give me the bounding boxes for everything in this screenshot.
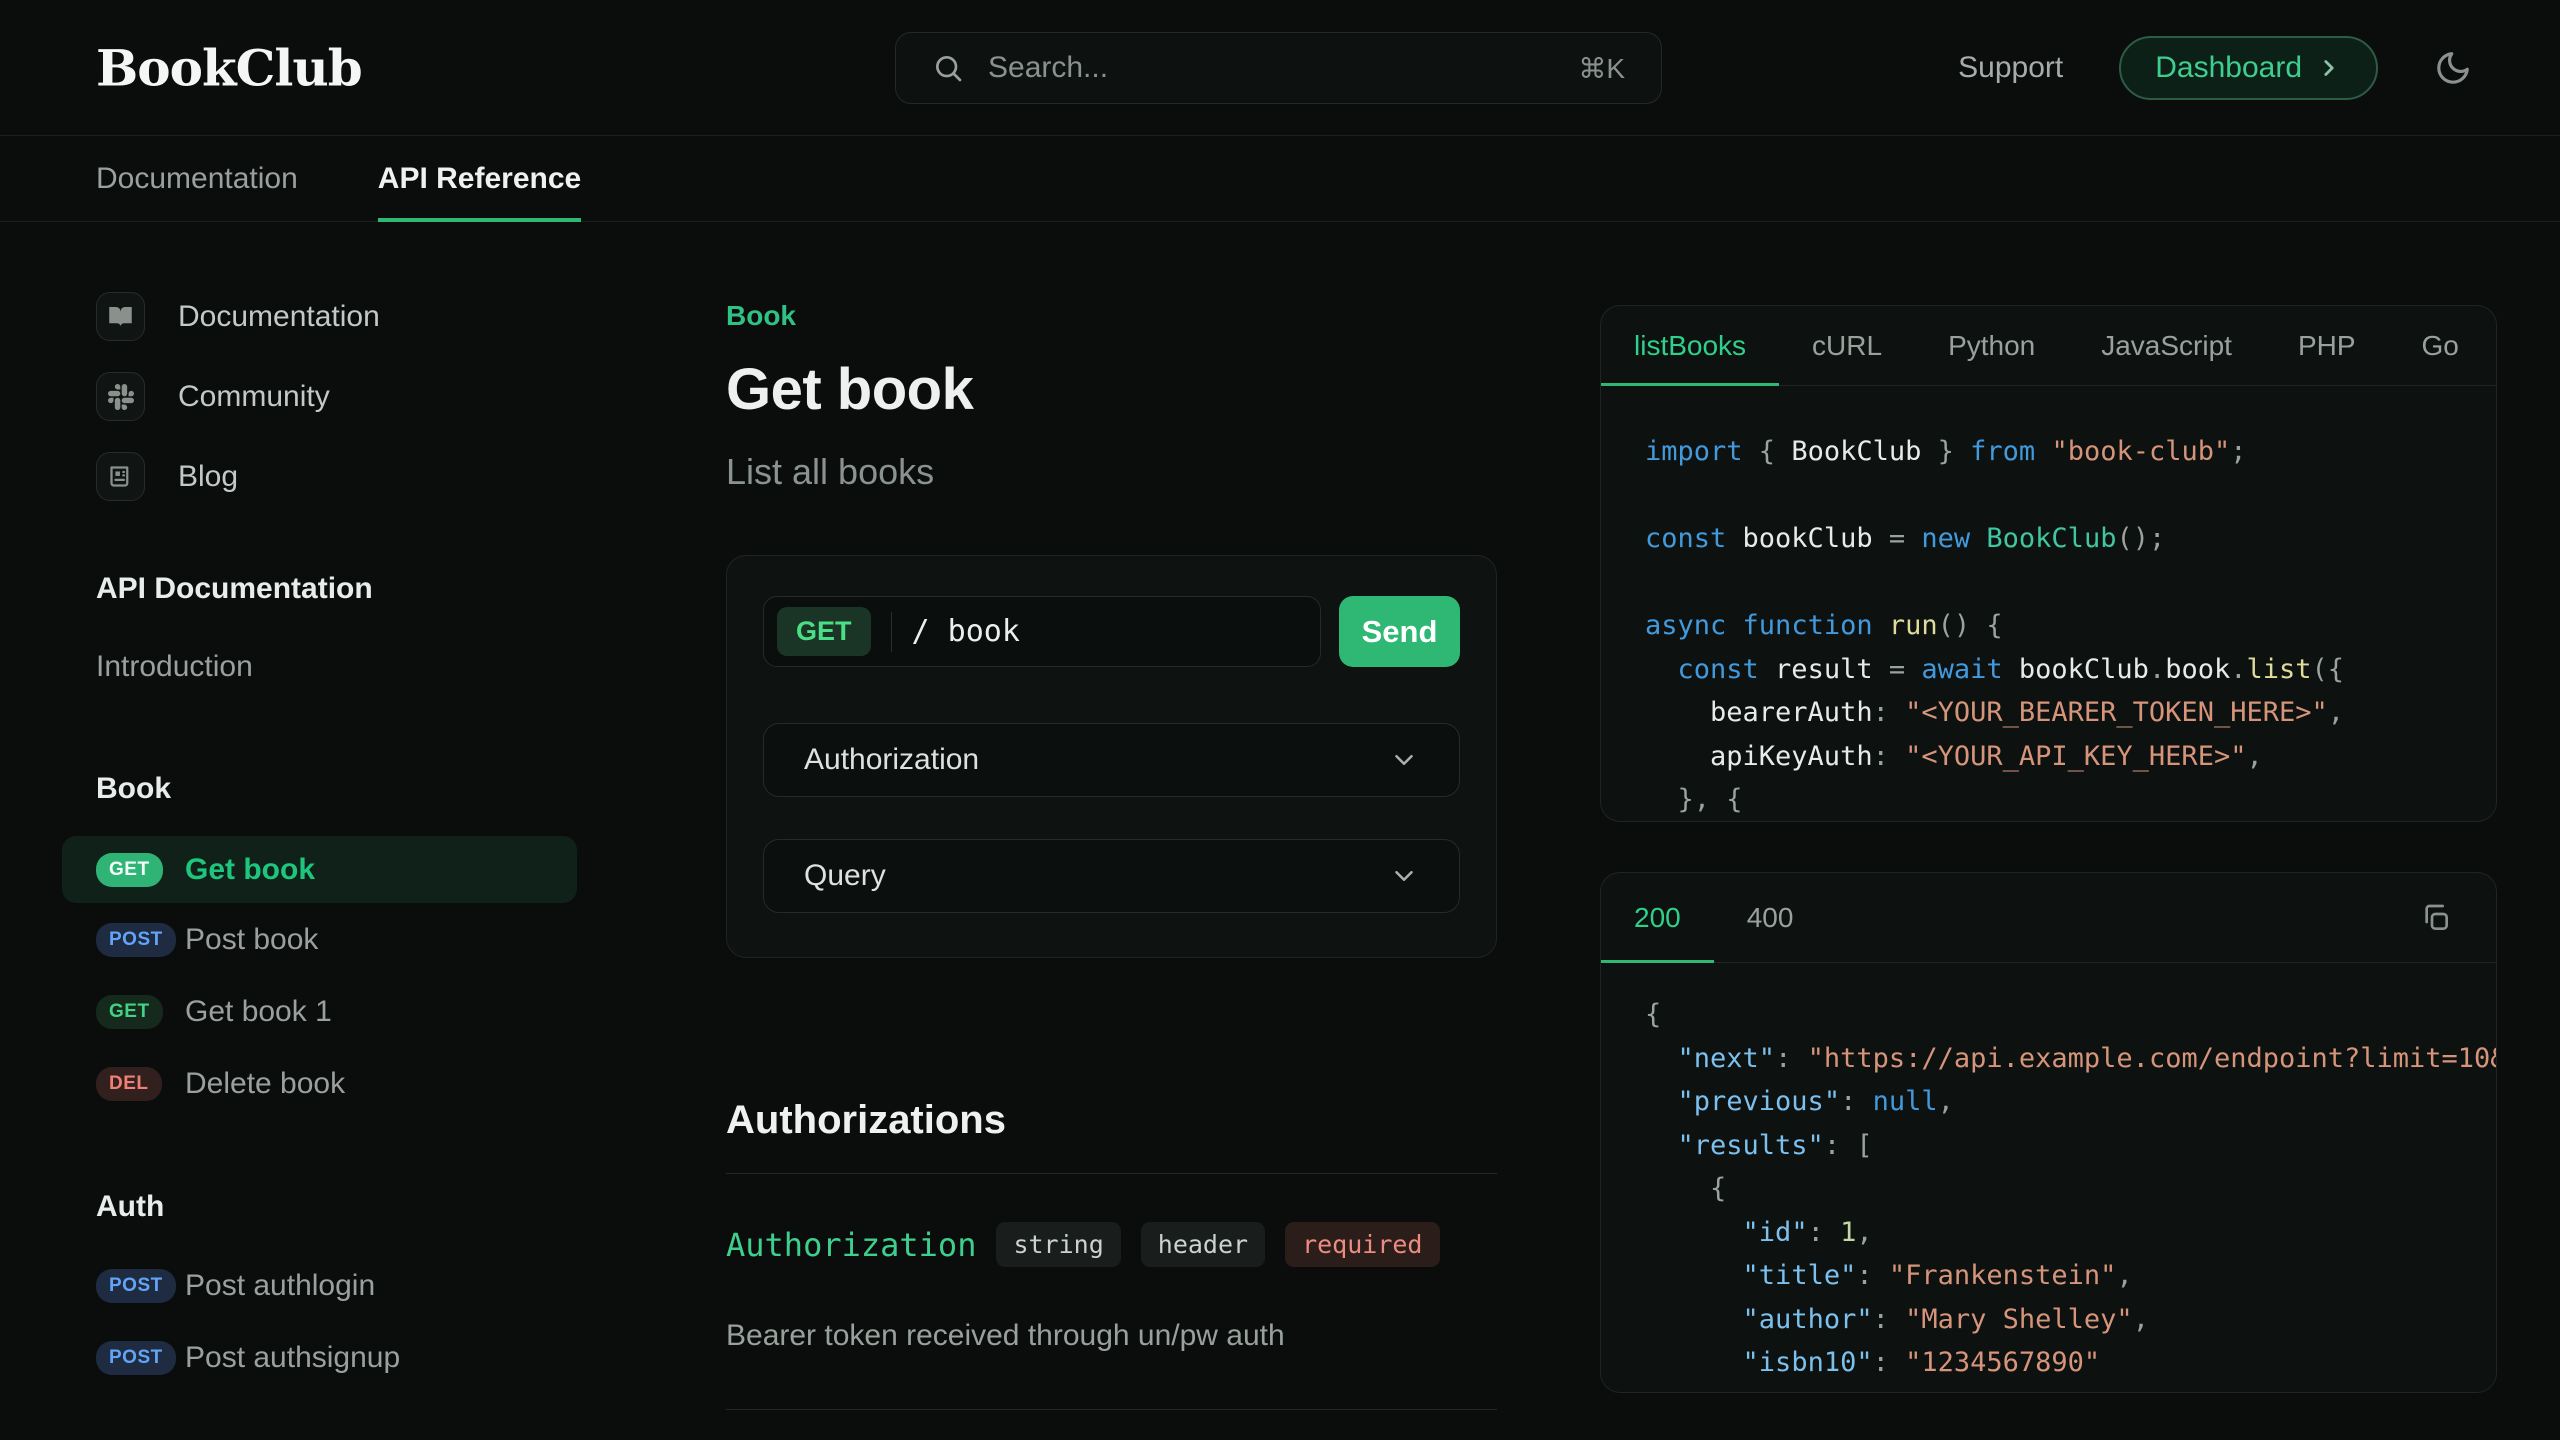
sidebar-item-label: Get book: [185, 853, 315, 887]
slack-icon: [96, 372, 145, 421]
copy-icon: [2420, 902, 2452, 934]
divider: [726, 1409, 1497, 1410]
chevron-down-icon: [1389, 745, 1419, 775]
page-subtitle: List all books: [726, 451, 1497, 493]
search-icon: [932, 52, 964, 84]
endpoint-path: / book: [912, 614, 1020, 649]
chevron-right-icon: [2316, 55, 2342, 81]
search-shortcut: ⌘K: [1578, 52, 1625, 85]
sidebar-item-introduction[interactable]: Introduction: [96, 650, 577, 684]
sidebar-item-get-book[interactable]: GET Get book: [62, 836, 577, 903]
copy-response-button[interactable]: [2420, 873, 2496, 962]
send-button[interactable]: Send: [1339, 596, 1460, 667]
authorization-dropdown[interactable]: Authorization: [763, 723, 1460, 797]
endpoint-input[interactable]: GET / book: [763, 596, 1321, 667]
sidebar: Documentation Community Blog API Documen…: [96, 292, 577, 1391]
method-badge-get: GET: [96, 995, 163, 1029]
book-icon: [96, 292, 145, 341]
support-link[interactable]: Support: [1958, 51, 2063, 85]
sidebar-link-label: Blog: [178, 460, 238, 494]
divider: [726, 1173, 1497, 1174]
right-panel: listBooks cURL Python JavaScript PHP Go …: [1600, 305, 2497, 1393]
sidebar-item-get-book-1[interactable]: GET Get book 1: [96, 979, 577, 1045]
location-badge: header: [1141, 1222, 1265, 1267]
code-tabs: listBooks cURL Python JavaScript PHP Go: [1601, 306, 2496, 386]
dropdown-label: Query: [804, 859, 886, 893]
sidebar-item-label: Get book 1: [185, 995, 332, 1029]
sidebar-item-post-authlogin[interactable]: POST Post authlogin: [96, 1253, 577, 1319]
code-example-card: listBooks cURL Python JavaScript PHP Go …: [1600, 305, 2497, 822]
dark-mode-toggle[interactable]: [2434, 49, 2472, 87]
moon-icon: [2434, 49, 2472, 87]
code-tab-python[interactable]: Python: [1915, 306, 2068, 385]
sidebar-item-label: Post authlogin: [185, 1269, 375, 1303]
section-heading-auth: Auth: [96, 1190, 577, 1224]
page-title: Get book: [726, 356, 1497, 423]
newspaper-icon: [96, 452, 145, 501]
sidebar-item-delete-book[interactable]: DEL Delete book: [96, 1051, 577, 1117]
search-input[interactable]: [988, 51, 1554, 85]
copy-icon: [2492, 330, 2497, 362]
response-tabs: 200 400: [1601, 873, 2496, 963]
sidebar-item-label: Post book: [185, 923, 318, 957]
tab-api-reference[interactable]: API Reference: [378, 136, 581, 221]
sidebar-item-label: Post authsignup: [185, 1341, 400, 1375]
dropdown-label: Authorization: [804, 743, 979, 777]
code-block[interactable]: import { BookClub } from "book-club"; co…: [1601, 386, 2496, 822]
code-tab-php[interactable]: PHP: [2265, 306, 2389, 385]
method-badge-get: GET: [96, 853, 163, 887]
sidebar-link-blog[interactable]: Blog: [96, 452, 577, 501]
dashboard-button[interactable]: Dashboard: [2119, 36, 2378, 100]
nav-tab-bar: Documentation API Reference: [0, 136, 2560, 222]
sidebar-link-documentation[interactable]: Documentation: [96, 292, 577, 341]
code-tab-go[interactable]: Go: [2389, 306, 2492, 385]
response-card: 200 400 { "next": "https://api.example.c…: [1600, 872, 2497, 1393]
top-header: BookClub ⌘K Support Dashboard: [0, 0, 2560, 136]
endpoint-row: GET / book Send: [763, 596, 1460, 667]
auth-description: Bearer token received through un/pw auth: [726, 1319, 1497, 1353]
tab-documentation[interactable]: Documentation: [96, 136, 298, 221]
authorizations-heading: Authorizations: [726, 1098, 1497, 1143]
code-tab-curl[interactable]: cURL: [1779, 306, 1915, 385]
divider: [891, 612, 892, 652]
dashboard-label: Dashboard: [2155, 51, 2302, 85]
sidebar-link-community[interactable]: Community: [96, 372, 577, 421]
method-badge-post: POST: [96, 1341, 176, 1375]
method-badge-del: DEL: [96, 1067, 162, 1101]
required-badge: required: [1285, 1222, 1439, 1267]
copy-code-button[interactable]: [2492, 306, 2497, 385]
query-dropdown[interactable]: Query: [763, 839, 1460, 913]
main-content: Book Get book List all books GET / book …: [726, 300, 1497, 1410]
code-tab-listbooks[interactable]: listBooks: [1601, 306, 1779, 385]
code-tab-javascript[interactable]: JavaScript: [2068, 306, 2265, 385]
type-badge: string: [996, 1222, 1120, 1267]
response-tab-200[interactable]: 200: [1601, 873, 1714, 962]
method-badge-post: POST: [96, 1269, 176, 1303]
sidebar-item-post-book[interactable]: POST Post book: [96, 907, 577, 973]
section-heading-book: Book: [96, 772, 577, 806]
search-bar[interactable]: ⌘K: [895, 32, 1662, 104]
auth-param-name: Authorization: [726, 1226, 976, 1264]
section-heading-api-documentation: API Documentation: [96, 572, 577, 606]
response-tab-400[interactable]: 400: [1714, 873, 1827, 962]
sidebar-item-label: Delete book: [185, 1067, 345, 1101]
sidebar-link-label: Documentation: [178, 300, 380, 334]
logo[interactable]: BookClub: [96, 38, 362, 97]
breadcrumb: Book: [726, 300, 1497, 332]
method-badge-post: POST: [96, 923, 176, 957]
api-playground: GET / book Send Authorization Query: [726, 555, 1497, 958]
header-right: Support Dashboard: [1958, 0, 2472, 136]
endpoint-method-badge: GET: [777, 607, 871, 656]
sidebar-item-post-authsignup[interactable]: POST Post authsignup: [96, 1325, 577, 1391]
chevron-down-icon: [1389, 861, 1419, 891]
response-json-block[interactable]: { "next": "https://api.example.com/endpo…: [1601, 963, 2496, 1385]
auth-param-row: Authorization string header required: [726, 1222, 1497, 1267]
sidebar-link-label: Community: [178, 380, 330, 414]
